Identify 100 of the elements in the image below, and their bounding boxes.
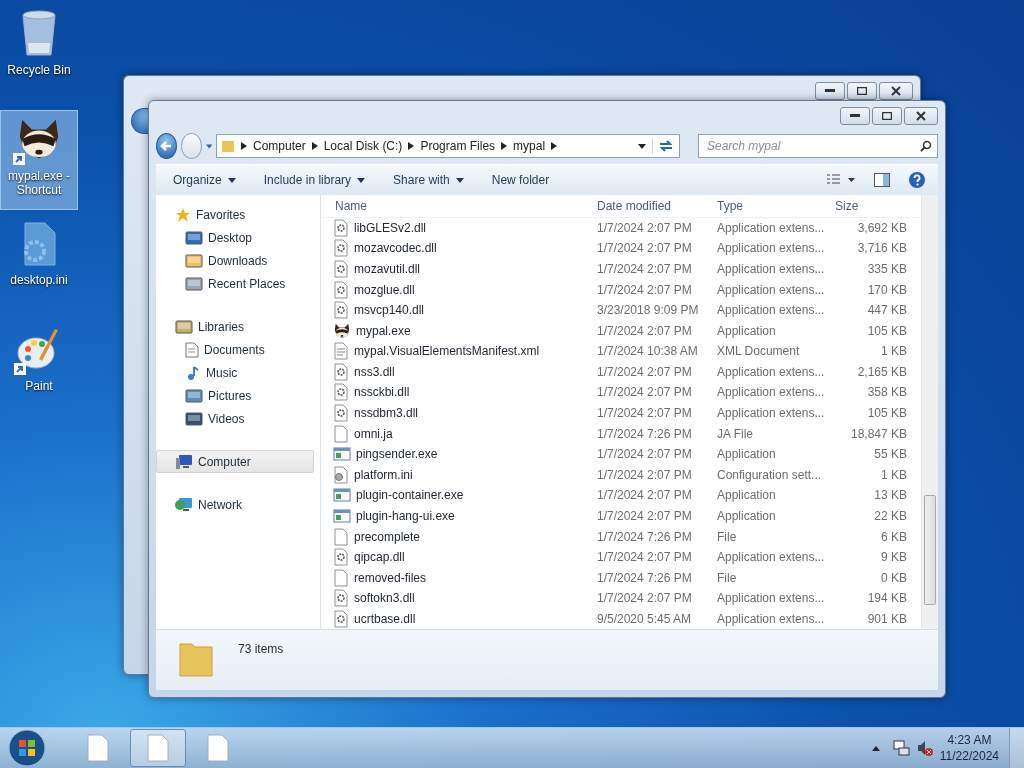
document-icon [207, 734, 229, 762]
file-name[interactable]: msvcp140.dll [329, 301, 591, 320]
desktop-icon[interactable]: Recycle Bin [0, 4, 78, 104]
folder-icon [221, 139, 235, 153]
nav-item[interactable]: Recent Places [156, 272, 314, 295]
help-icon[interactable] [908, 171, 926, 189]
breadcrumb-arrow-icon [501, 142, 508, 150]
column-header[interactable]: Name [329, 198, 591, 213]
file-name[interactable]: mozavutil.dll [329, 260, 591, 278]
column-header[interactable]: Date modified [591, 198, 711, 213]
start-button[interactable] [8, 729, 46, 767]
file-name[interactable]: removed-files [329, 568, 591, 587]
size-cell-text: 2,165 KB [856, 364, 908, 379]
date-cell-text: 1/7/2024 2:07 PM [596, 385, 693, 400]
back-button[interactable] [131, 108, 148, 134]
breadcrumb[interactable]: Local Disk (C:) [323, 139, 403, 153]
breadcrumb[interactable]: mypal [513, 139, 546, 153]
date: 11/22/2024 [939, 748, 999, 764]
file-name[interactable]: libGLESv2.dll [329, 218, 591, 237]
size-cell-text: 3,692 KB [856, 220, 908, 235]
toolbar-button[interactable]: Share with [384, 169, 473, 191]
date-cell-text: 1/7/2024 7:26 PM [596, 529, 693, 544]
dropdown-caret-icon[interactable] [638, 143, 646, 149]
type-cell-text: Application [716, 508, 777, 523]
file-name[interactable]: mozglue.dll [329, 280, 591, 299]
document-icon [333, 342, 349, 361]
desktop-icon[interactable]: desktop.ini [0, 216, 78, 316]
nav-item[interactable]: Libraries [156, 315, 314, 338]
file-name[interactable]: plugin-hang-ui.exe [329, 507, 591, 524]
network-icon[interactable] [891, 739, 910, 757]
nav-item[interactable]: Videos [156, 407, 314, 430]
item-count: 73 items [238, 642, 284, 656]
breadcrumb[interactable]: Computer [253, 139, 306, 153]
file-name[interactable]: softokn3.dll [329, 589, 591, 608]
nav-item[interactable]: Network [156, 493, 314, 516]
type-cell-text: Application extens... [716, 262, 826, 276]
file-name[interactable]: ucrtbase.dll [329, 609, 591, 628]
taskbar-button[interactable] [130, 729, 186, 767]
file-name[interactable]: nssdbm3.dll [329, 404, 591, 423]
maximize-button[interactable] [847, 82, 877, 100]
recent-pages-caret-icon[interactable] [205, 143, 212, 149]
nav-item[interactable]: Downloads [156, 249, 314, 272]
document-icon [87, 734, 109, 762]
type-cell-text: Application [716, 447, 777, 462]
file-name[interactable]: omni.ja [329, 424, 591, 443]
file-name[interactable]: plugin-container.exe [329, 487, 591, 504]
breadcrumb[interactable]: Program Files [420, 139, 496, 153]
size-cell-text: 1 KB [880, 344, 908, 359]
column-header[interactable]: Type [711, 198, 829, 213]
nav-item[interactable]: Desktop [156, 226, 314, 249]
maximize-button[interactable] [872, 107, 902, 125]
date-cell-text: 1/7/2024 7:26 PM [596, 570, 693, 585]
desktop-icon[interactable]: Paint [0, 322, 78, 422]
close-button[interactable] [879, 82, 913, 100]
file-name[interactable]: qipcap.dll [329, 548, 591, 567]
clock[interactable]: 4:23 AM 11/22/2024 [939, 732, 999, 764]
date-cell-text: 1/7/2024 2:07 PM [596, 467, 693, 482]
document-icon [185, 341, 199, 358]
search-field[interactable]: Search mypal [698, 134, 938, 158]
view-options-icon[interactable] [826, 173, 856, 187]
file-name[interactable]: nss3.dll [329, 362, 591, 381]
library-folder-icon [175, 319, 193, 334]
file-name[interactable]: pingsender.exe [329, 446, 591, 463]
back-arrow-icon [160, 140, 173, 152]
toolbar-button[interactable]: Include in library [254, 169, 375, 191]
toolbar-button[interactable]: New folder [482, 169, 559, 191]
file-name[interactable]: precomplete [329, 527, 591, 546]
desktop-icon-label: Paint [24, 379, 54, 393]
address-bar[interactable]: Computer Local Disk (C:) Program Files mypal [216, 134, 680, 158]
nav-item[interactable]: Favorites [156, 203, 314, 226]
globe-icon [175, 496, 193, 513]
close-button[interactable] [904, 107, 938, 125]
blank-page-icon [333, 527, 349, 546]
back-button[interactable] [156, 133, 177, 159]
date-cell-text: 1/7/2024 10:38 AM [596, 344, 699, 359]
nav-item[interactable]: Documents [156, 338, 314, 361]
type-cell-text: Application extens... [716, 241, 826, 256]
scrollbar[interactable] [921, 195, 938, 629]
blank-page-icon [333, 424, 349, 443]
preview-pane-icon[interactable] [874, 173, 890, 187]
nav-item[interactable]: Music [156, 361, 314, 384]
file-name[interactable]: platform.ini [329, 465, 591, 484]
minimize-icon [825, 89, 835, 93]
file-name[interactable]: nssckbi.dll [329, 383, 591, 402]
nav-item[interactable]: Computer [156, 450, 314, 473]
type-cell-text: Application extens... [716, 611, 826, 626]
nav-item[interactable]: Pictures [156, 384, 314, 407]
file-name[interactable]: mozavcodec.dll [329, 239, 591, 258]
column-header[interactable]: Size [829, 198, 919, 213]
file-name[interactable]: mypal.exe [329, 321, 591, 340]
file-name[interactable]: mypal.VisualElementsManifest.xml [329, 342, 591, 361]
search-icon [920, 140, 932, 152]
toolbar-button[interactable]: Organize [164, 169, 245, 191]
minimize-button[interactable] [815, 82, 845, 100]
gear-page-icon [333, 548, 349, 567]
size-cell-text: 335 KB [866, 262, 908, 276]
muted-speaker-icon[interactable] [915, 739, 934, 757]
date-cell-text: 1/7/2024 2:07 PM [596, 323, 693, 338]
minimize-button[interactable] [840, 107, 870, 125]
caret-up-icon[interactable] [871, 745, 880, 751]
